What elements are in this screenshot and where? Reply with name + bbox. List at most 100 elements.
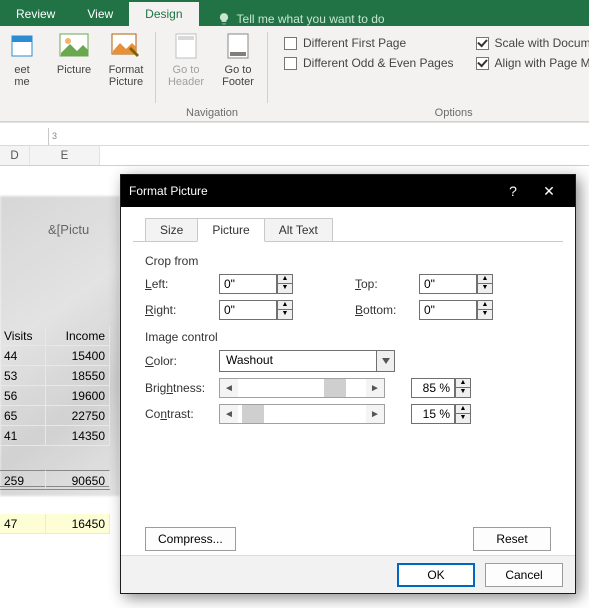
group-header-footer: eet me Picture Format Picture	[0, 26, 156, 121]
sheet-name-label: eet me	[14, 64, 29, 88]
dialog-tabs: Size Picture Alt Text	[145, 217, 565, 241]
table-total-row[interactable]: 25990650	[0, 470, 110, 490]
table-row[interactable]: 5318550	[0, 366, 110, 386]
tab-size[interactable]: Size	[145, 218, 198, 242]
cell: 18550	[46, 366, 110, 386]
sheet-name-button[interactable]: eet me	[0, 30, 44, 88]
checkbox-icon	[476, 37, 489, 50]
spin-up-icon[interactable]: ▲	[477, 274, 493, 284]
chevron-down-icon[interactable]	[377, 350, 395, 372]
slider-left-icon[interactable]: ◄	[220, 379, 238, 397]
spin-down-icon[interactable]: ▼	[477, 284, 493, 294]
brightness-input[interactable]	[411, 378, 455, 398]
cell: 65	[0, 406, 46, 426]
cancel-button[interactable]: Cancel	[485, 563, 563, 587]
goto-header-icon	[174, 32, 198, 60]
image-control-label: Image control	[145, 330, 551, 344]
spin-up-icon[interactable]: ▲	[455, 404, 471, 414]
chk-diff-odd[interactable]: Different Odd & Even Pages	[284, 56, 454, 70]
cell: 90650	[46, 470, 110, 490]
header-token[interactable]: &[Pictu	[48, 222, 89, 237]
right-input[interactable]	[219, 300, 277, 320]
spin-up-icon[interactable]: ▲	[277, 300, 293, 310]
cell: 41	[0, 426, 46, 446]
spin-up-icon[interactable]: ▲	[477, 300, 493, 310]
tab-design[interactable]: Design	[129, 2, 198, 26]
col-header-d[interactable]: D	[0, 146, 30, 165]
slider-thumb[interactable]	[242, 405, 264, 423]
reset-button[interactable]: Reset	[473, 527, 551, 551]
left-input[interactable]	[219, 274, 277, 294]
tab-review[interactable]: Review	[0, 2, 71, 26]
chk-align-label: Align with Page Margins	[495, 56, 589, 70]
top-input[interactable]	[419, 274, 477, 294]
column-headers: D E	[0, 146, 589, 166]
cell: 56	[0, 386, 46, 406]
format-picture-button[interactable]: Format Picture	[104, 30, 148, 88]
slider-right-icon[interactable]: ►	[366, 379, 384, 397]
compress-button[interactable]: Compress...	[145, 527, 236, 551]
goto-footer-button[interactable]: Go to Footer	[216, 30, 260, 88]
spin-down-icon[interactable]: ▼	[455, 414, 471, 424]
format-picture-icon	[111, 33, 141, 59]
bottom-spinner[interactable]: ▲▼	[419, 300, 499, 320]
spin-up-icon[interactable]: ▲	[455, 378, 471, 388]
tell-me[interactable]: Tell me what you want to do	[199, 12, 385, 26]
close-button[interactable]: ✕	[531, 183, 567, 200]
checkbox-icon	[284, 57, 297, 70]
contrast-slider[interactable]: ◄ ►	[219, 404, 385, 424]
group-opt-label: Options	[268, 107, 589, 119]
slider-right-icon[interactable]: ►	[366, 405, 384, 423]
table-row[interactable]: 5619600	[0, 386, 110, 406]
contrast-spinner[interactable]: ▲▼	[411, 404, 461, 424]
contrast-label: Contrast:	[145, 407, 219, 421]
format-picture-label: Format Picture	[109, 64, 144, 88]
tab-view[interactable]: View	[71, 2, 129, 26]
table-row[interactable]: 4716450	[0, 514, 110, 534]
dialog-body: Crop from Left: ▲▼ Top: ▲▼ Right: ▲▼ Bot…	[133, 241, 563, 541]
right-label: Right:	[145, 303, 219, 317]
table-row[interactable]: 4415400	[0, 346, 110, 366]
dialog-title: Format Picture	[129, 184, 495, 198]
table-row[interactable]: 4114350	[0, 426, 110, 446]
crop-from-label: Crop from	[145, 254, 551, 268]
group-options: Different First Page Scale with Document…	[268, 26, 589, 121]
picture-icon	[59, 33, 89, 59]
contrast-input[interactable]	[411, 404, 455, 424]
data-grid: Visits Income 4415400 5318550 5619600 65…	[0, 326, 110, 534]
spin-down-icon[interactable]: ▼	[277, 310, 293, 320]
color-value: Washout	[219, 350, 377, 372]
ruler-tick: 3	[52, 131, 57, 141]
right-spinner[interactable]: ▲▼	[219, 300, 299, 320]
bottom-input[interactable]	[419, 300, 477, 320]
chk-diff-first[interactable]: Different First Page	[284, 36, 454, 50]
picture-button[interactable]: Picture	[52, 30, 96, 76]
header-income: Income	[46, 326, 110, 346]
chk-align[interactable]: Align with Page Margins	[476, 56, 589, 70]
group-nav-label: Navigation	[156, 107, 268, 119]
group-navigation: Go to Header Go to Footer Navigation	[156, 26, 268, 121]
table-row[interactable]: 6522750	[0, 406, 110, 426]
ribbon-tabs: Review View Design Tell me what you want…	[0, 0, 589, 26]
tab-picture[interactable]: Picture	[197, 218, 264, 242]
spin-down-icon[interactable]: ▼	[477, 310, 493, 320]
dialog-titlebar[interactable]: Format Picture ? ✕	[121, 175, 575, 207]
color-select[interactable]: Washout	[219, 350, 395, 372]
cell: 259	[0, 470, 46, 490]
chk-diff-first-label: Different First Page	[303, 36, 406, 50]
left-spinner[interactable]: ▲▼	[219, 274, 299, 294]
spin-down-icon[interactable]: ▼	[455, 388, 471, 398]
spin-down-icon[interactable]: ▼	[277, 284, 293, 294]
brightness-spinner[interactable]: ▲▼	[411, 378, 461, 398]
col-header-e[interactable]: E	[30, 146, 100, 165]
brightness-slider[interactable]: ◄ ►	[219, 378, 385, 398]
chk-scale[interactable]: Scale with Document	[476, 36, 589, 50]
help-button[interactable]: ?	[495, 183, 531, 199]
ok-button[interactable]: OK	[397, 563, 475, 587]
slider-left-icon[interactable]: ◄	[220, 405, 238, 423]
goto-header-button: Go to Header	[164, 30, 208, 88]
top-spinner[interactable]: ▲▼	[419, 274, 499, 294]
slider-thumb[interactable]	[324, 379, 346, 397]
tab-alttext[interactable]: Alt Text	[264, 218, 333, 242]
spin-up-icon[interactable]: ▲	[277, 274, 293, 284]
